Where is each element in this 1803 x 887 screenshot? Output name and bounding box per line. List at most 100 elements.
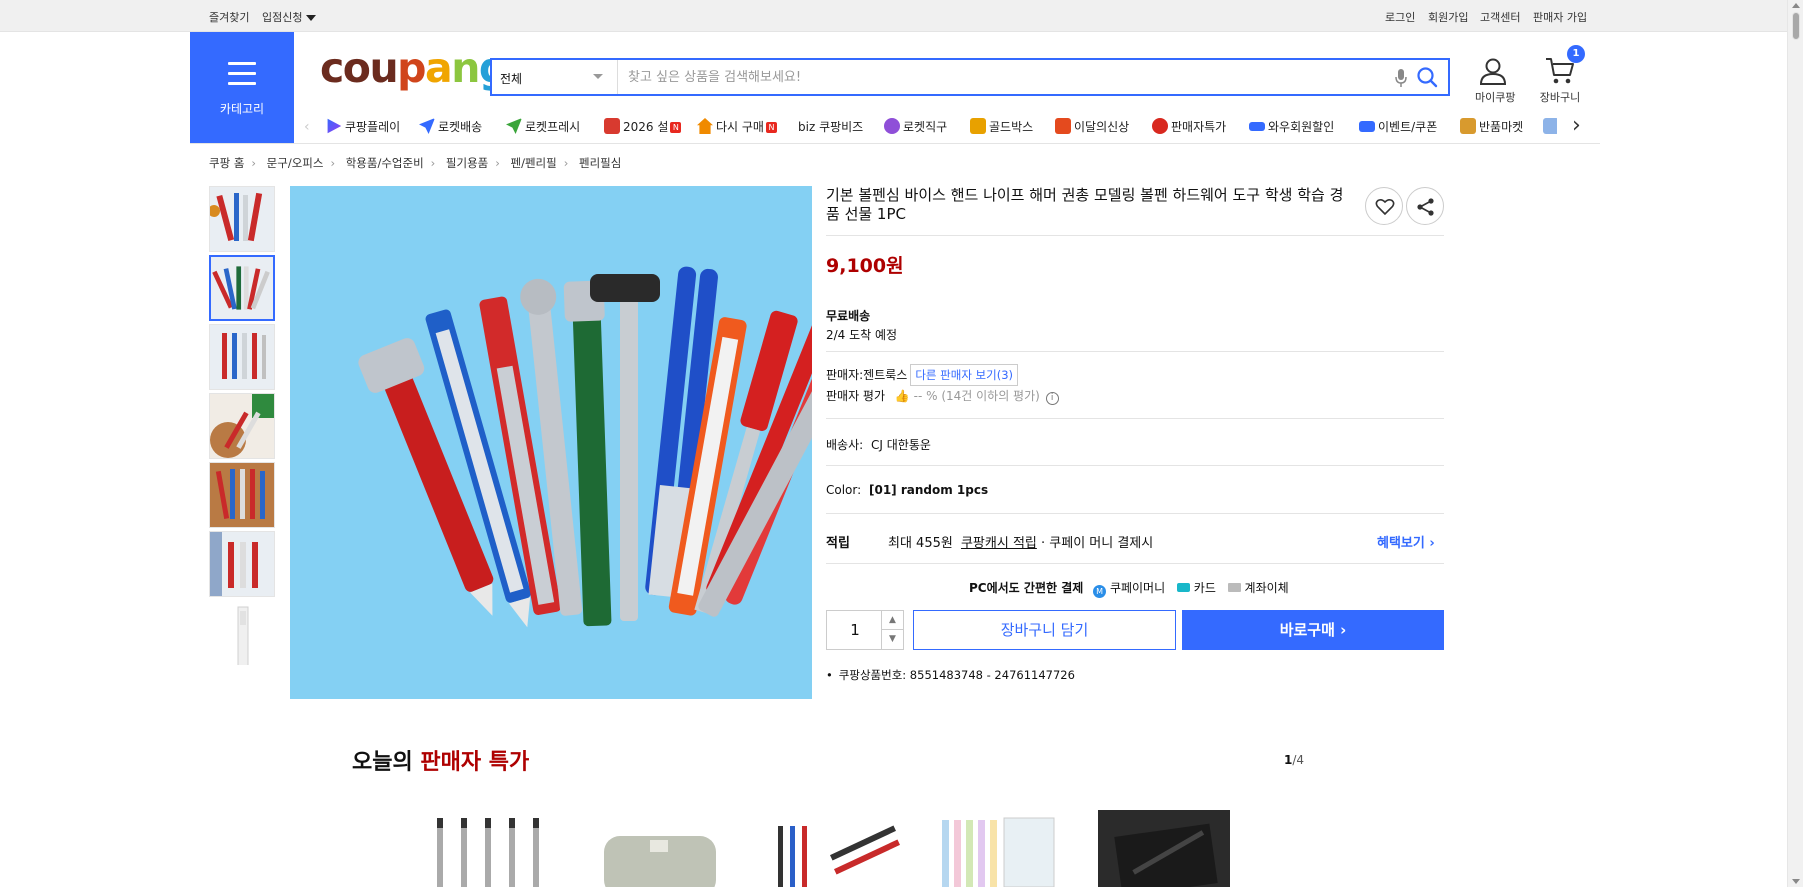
payment-method: 쿠페이머니 xyxy=(1109,581,1166,595)
nav-reorder[interactable]: 다시 구매 N xyxy=(697,118,777,136)
nav-events-coupons[interactable]: 이벤트/쿠폰 xyxy=(1359,118,1437,136)
nav-rocket-global[interactable]: 로켓직구 xyxy=(884,118,947,136)
goldbox-icon xyxy=(970,118,986,134)
nav-coupang-play[interactable]: 쿠팡플레이 xyxy=(326,118,400,136)
nav-coupang-biz[interactable]: biz 쿠팡비즈 xyxy=(798,118,863,136)
coupay-money-icon: M xyxy=(1093,585,1107,598)
signup-link[interactable]: 회원가입 xyxy=(1428,9,1468,25)
quantity-stepper[interactable]: 1 ▲ ▼ xyxy=(826,610,904,650)
user-icon xyxy=(1479,58,1507,85)
reward-info: 최대 455원 쿠팡캐시 적립 · 쿠페이 머니 결제시 xyxy=(888,532,1153,551)
thumbnail-selected[interactable] xyxy=(209,255,275,321)
nav-new-arrivals[interactable]: 이달의신상 xyxy=(1055,118,1129,136)
seller-signup-link[interactable]: 판매자 가입 xyxy=(1533,9,1587,25)
search-category-select[interactable]: 전체 xyxy=(492,60,618,94)
thumbs-up-icon: 👍 xyxy=(894,389,910,403)
thumbnail[interactable] xyxy=(209,393,275,459)
scroll-down-icon[interactable] xyxy=(1792,879,1800,884)
thumbnail[interactable] xyxy=(209,462,275,528)
nav-rocket-fresh[interactable]: 로켓프레시 xyxy=(506,118,580,136)
customer-center-link[interactable]: 고객센터 xyxy=(1480,9,1520,25)
quantity-value[interactable]: 1 xyxy=(827,621,883,639)
category-menu-button[interactable]: 카테고리 xyxy=(190,32,294,144)
nav-label: 2026 설 xyxy=(623,120,669,134)
thumbnail[interactable] xyxy=(209,186,275,252)
wishlist-button[interactable] xyxy=(1365,187,1403,225)
share-button[interactable] xyxy=(1406,187,1444,225)
scrollbar-thumb[interactable] xyxy=(1792,12,1800,40)
benefit-label: 혜택보기 xyxy=(1377,536,1425,551)
other-sellers-button[interactable]: 다른 판매자 보기(3) xyxy=(910,364,1019,386)
thumbnail[interactable] xyxy=(209,324,275,390)
quantity-increase-icon[interactable]: ▲ xyxy=(881,611,903,630)
breadcrumb-item[interactable]: 필기용품 xyxy=(446,156,488,170)
nav-more-item[interactable] xyxy=(1543,118,1557,136)
quicknav-next-icon[interactable]: › xyxy=(1572,115,1581,137)
play-icon xyxy=(327,118,342,134)
thumbnail[interactable] xyxy=(209,600,275,666)
nav-label: 판매자특가 xyxy=(1171,120,1227,134)
deal-product-image[interactable] xyxy=(930,810,1070,887)
nav-lunar-new-year[interactable]: 2026 설N xyxy=(604,118,682,136)
new-badge: N xyxy=(670,122,682,133)
cart-count-badge: 1 xyxy=(1567,45,1585,63)
deal-product-image[interactable] xyxy=(590,810,730,887)
buy-now-button[interactable]: 바로구매 › xyxy=(1182,610,1444,650)
login-link[interactable]: 로그인 xyxy=(1385,9,1415,25)
coupang-logo[interactable]: coupang xyxy=(320,48,508,89)
deal-product-image[interactable] xyxy=(1098,810,1230,887)
thumbnail[interactable] xyxy=(209,531,275,597)
info-icon[interactable]: i xyxy=(1045,392,1059,405)
nav-label: 와우회원할인 xyxy=(1268,120,1335,134)
shipping-type: 무료배송 xyxy=(826,309,871,323)
cart-button[interactable]: 장바구니 xyxy=(1538,56,1582,105)
benefit-view-link[interactable]: 혜택보기 › xyxy=(1377,532,1435,551)
payment-method: 계좌이체 xyxy=(1244,581,1289,595)
cash-reward-link[interactable]: 쿠팡캐시 적립 xyxy=(961,536,1037,551)
share-icon xyxy=(1417,198,1434,216)
bookmark-link[interactable]: 즐겨찾기 xyxy=(209,9,249,25)
add-to-cart-button[interactable]: 장바구니 담기 xyxy=(913,610,1176,650)
nav-rocket-delivery[interactable]: 로켓배송 xyxy=(419,118,482,136)
nav-label: 반품마켓 xyxy=(1479,120,1524,134)
logo-part: n xyxy=(451,44,480,92)
percent-icon xyxy=(1152,118,1168,134)
new-badge: N xyxy=(765,122,777,133)
breadcrumb-item[interactable]: 문구/오피스 xyxy=(267,156,324,170)
vendor-apply-link[interactable]: 입점신청 xyxy=(262,9,317,25)
logo-part: p xyxy=(397,44,426,92)
quantity-decrease-icon[interactable]: ▼ xyxy=(881,630,903,649)
seller-label: 판매자: xyxy=(826,368,864,382)
more-nav-icon xyxy=(1543,118,1557,134)
nav-seller-deals[interactable]: 판매자특가 xyxy=(1152,118,1226,136)
nav-label: 로켓직구 xyxy=(903,120,948,134)
breadcrumb-item[interactable]: 펜리필심 xyxy=(579,156,621,170)
product-main-image[interactable] xyxy=(290,186,812,699)
deal-product-image[interactable] xyxy=(768,810,908,887)
nav-wow-discount[interactable]: 와우회원할인 xyxy=(1249,118,1334,136)
nav-label: 골드박스 xyxy=(989,120,1034,134)
courier-label: 배송사: xyxy=(826,438,864,452)
cart-label: 장바구니 xyxy=(1539,91,1581,104)
color-value: [01] random 1pcs xyxy=(869,483,989,497)
search-input[interactable] xyxy=(628,66,1368,88)
heart-icon xyxy=(1375,198,1395,216)
seller-rating-label: 판매자 평가 xyxy=(826,389,886,403)
deal-product-image[interactable] xyxy=(423,810,563,887)
mypage-button[interactable]: 마이쿠팡 xyxy=(1475,56,1515,105)
reward-label: 적립 xyxy=(826,536,850,551)
category-label: 카테고리 xyxy=(219,102,265,116)
quicknav-prev-icon[interactable]: ‹ xyxy=(304,119,310,135)
microphone-icon[interactable] xyxy=(1394,68,1408,88)
divider xyxy=(826,235,1444,236)
breadcrumb-item[interactable]: 학용품/수업준비 xyxy=(346,156,424,170)
nav-goldbox[interactable]: 골드박스 xyxy=(970,118,1033,136)
search-category-value: 전체 xyxy=(500,72,523,86)
scroll-up-icon[interactable] xyxy=(1792,3,1800,8)
search-icon[interactable] xyxy=(1416,66,1438,88)
nav-label: 이달의신상 xyxy=(1074,120,1130,134)
nav-return-market[interactable]: 반품마켓 xyxy=(1460,118,1523,136)
breadcrumb-item[interactable]: 쿠팡 홈 xyxy=(209,156,244,170)
breadcrumb-item[interactable]: 펜/펜리필 xyxy=(511,156,557,170)
page-scrollbar[interactable] xyxy=(1787,0,1803,887)
